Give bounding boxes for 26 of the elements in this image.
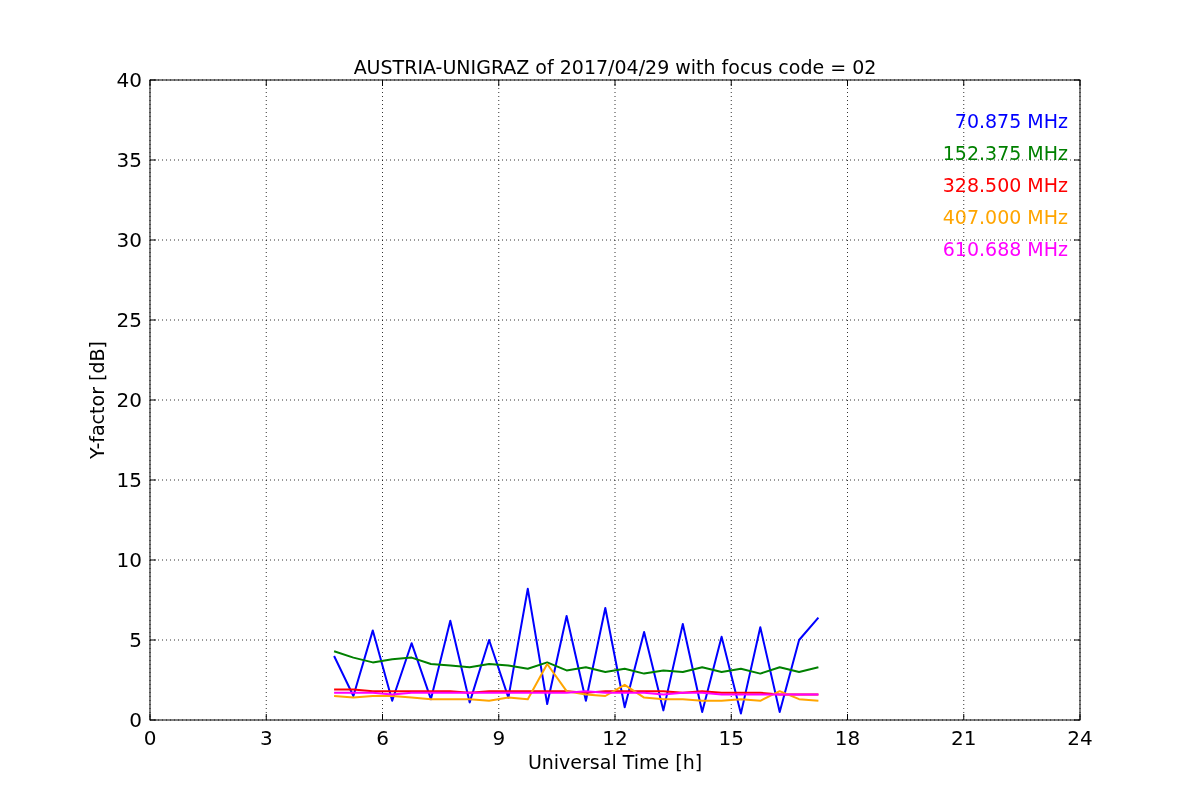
axis-label: Universal Time [h] [527, 751, 703, 773]
tick-label: 6 [376, 726, 389, 750]
legend-label: 70.875 MHz [954, 110, 1068, 132]
tick-label: 20 [116, 388, 142, 412]
tick-label: 18 [834, 726, 861, 750]
tick-label: 30 [116, 228, 142, 252]
tick-label: 35 [116, 148, 142, 172]
tick-label: 40 [116, 68, 142, 92]
axis-label: Y-factor [dB] [86, 341, 108, 459]
legend-label: 328.500 MHz [942, 174, 1068, 196]
chart-title: AUSTRIA-UNIGRAZ of 2017/04/29 with focus code = 02 [353, 56, 877, 78]
tick-label: 3 [259, 726, 273, 750]
tick-label: 12 [602, 726, 628, 750]
tick-label: 0 [129, 708, 142, 732]
legend-label: 152.375 MHz [942, 142, 1068, 164]
tick-label: 24 [1067, 726, 1093, 750]
legend-label: 407.000 MHz [942, 206, 1068, 228]
tick-label: 10 [116, 548, 142, 572]
tick-label: 15 [116, 468, 142, 492]
tick-label: 9 [492, 726, 506, 750]
tick-label: 5 [129, 628, 142, 652]
tick-label: 15 [718, 726, 744, 750]
tick-label: 0 [143, 726, 157, 750]
tick-label: 25 [116, 308, 142, 332]
legend-label: 610.688 MHz [942, 238, 1068, 260]
tick-label: 21 [951, 726, 977, 750]
